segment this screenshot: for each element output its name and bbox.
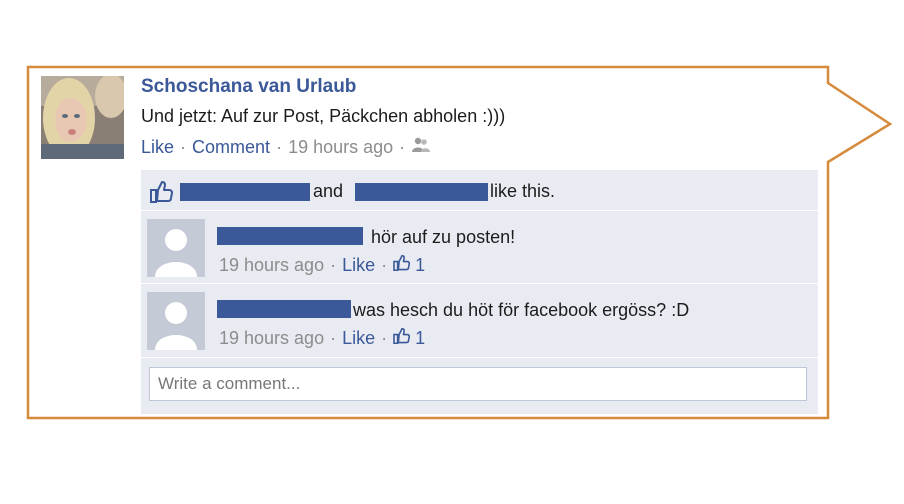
avatar[interactable] (147, 219, 205, 277)
separator: · (276, 137, 283, 157)
comment-link[interactable]: Comment (192, 137, 270, 158)
like-count[interactable]: 1 (415, 255, 425, 276)
separator: · (330, 255, 337, 275)
separator: · (330, 328, 337, 348)
post-actions: Like · Comment · 19 hours ago · (141, 137, 431, 158)
comment-input[interactable] (149, 367, 807, 401)
comment-item: was hesch du höt för facebook ergöss? :D… (141, 284, 818, 358)
like-link[interactable]: Like (141, 137, 174, 158)
post-author-name[interactable]: Schoschana van Urlaub (141, 76, 356, 98)
comment-meta: 19 hours ago · Like · 1 (219, 327, 425, 349)
redacted-name (355, 183, 488, 201)
separator: · (399, 137, 406, 157)
comment-timestamp[interactable]: 19 hours ago (219, 328, 324, 349)
avatar[interactable] (41, 76, 124, 159)
post-text: Und jetzt: Auf zur Post, Päckchen abhole… (141, 106, 506, 126)
comment-item: hör auf zu posten! 19 hours ago · Like ·… (141, 211, 818, 284)
avatar[interactable] (147, 292, 205, 350)
friends-icon[interactable] (411, 137, 431, 158)
separator: · (381, 255, 388, 275)
likes-conjunction: and (313, 181, 344, 201)
comment-meta: 19 hours ago · Like · 1 (219, 254, 425, 276)
comment-text: was hesch du höt för facebook ergöss? :D (353, 300, 690, 320)
thumbs-up-icon[interactable] (393, 254, 411, 276)
separator: · (180, 137, 187, 157)
comment-timestamp[interactable]: 19 hours ago (219, 255, 324, 276)
separator: · (381, 328, 388, 348)
comments-panel: and like this. hör auf zu posten! 19 hou… (141, 170, 818, 414)
redacted-name (180, 183, 310, 201)
like-count[interactable]: 1 (415, 328, 425, 349)
comment-like-link[interactable]: Like (342, 255, 375, 276)
comment-text: hör auf zu posten! (371, 227, 516, 247)
redacted-name (217, 227, 363, 245)
post-timestamp[interactable]: 19 hours ago (288, 137, 393, 158)
thumbs-up-icon (150, 181, 174, 208)
likes-suffix: like this. (490, 181, 556, 201)
thumbs-up-icon[interactable] (393, 327, 411, 349)
redacted-name (217, 300, 351, 318)
comment-like-link[interactable]: Like (342, 328, 375, 349)
likes-summary: and like this. (141, 170, 818, 211)
